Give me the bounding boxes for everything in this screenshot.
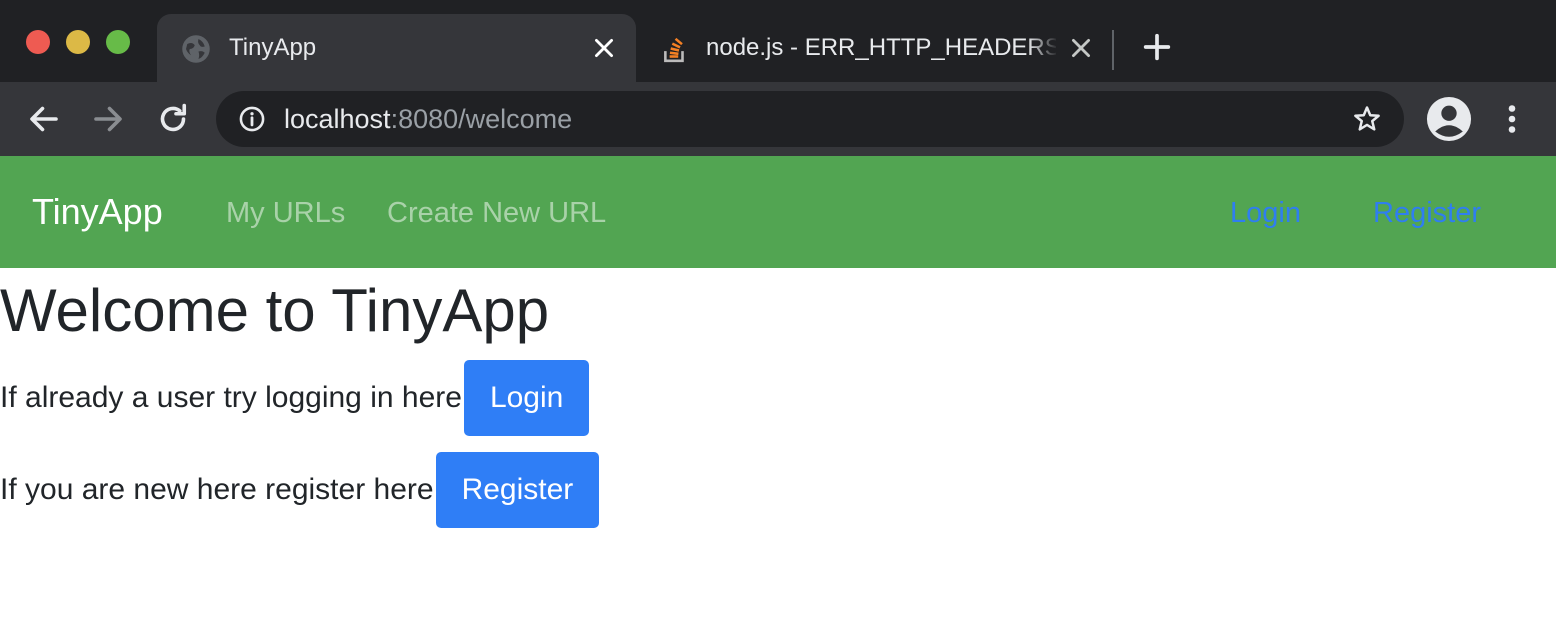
nav-create-new-url[interactable]: Create New URL bbox=[387, 196, 606, 230]
globe-icon bbox=[182, 35, 210, 63]
browser-tabstrip: TinyApp node.js - ERR_HTTP_HEADERS_SENT bbox=[0, 0, 1556, 82]
reload-icon[interactable] bbox=[155, 101, 191, 137]
stackoverflow-icon bbox=[664, 37, 684, 63]
maximize-window-button[interactable] bbox=[106, 30, 130, 54]
url-text: localhost:8080/welcome bbox=[284, 104, 572, 134]
register-row: If you are new here register here Regist… bbox=[0, 452, 600, 528]
login-button[interactable]: Login bbox=[463, 360, 590, 436]
close-icon[interactable] bbox=[591, 35, 617, 61]
app-navbar: TinyApp My URLs Create New URL Login Reg… bbox=[0, 156, 1556, 268]
nav-login[interactable]: Login bbox=[1230, 196, 1301, 230]
url-host: localhost bbox=[284, 104, 391, 134]
close-window-button[interactable] bbox=[26, 30, 50, 54]
nav-my-urls[interactable]: My URLs bbox=[226, 196, 345, 230]
profile-avatar-icon[interactable] bbox=[1426, 96, 1472, 142]
address-bar[interactable]: localhost:8080/welcome bbox=[216, 91, 1404, 147]
info-icon[interactable] bbox=[238, 105, 266, 133]
browser-toolbar: localhost:8080/welcome bbox=[0, 82, 1556, 156]
brand-link[interactable]: TinyApp bbox=[32, 192, 163, 232]
login-prompt: If already a user try logging in here bbox=[0, 381, 462, 414]
register-prompt: If you are new here register here bbox=[0, 473, 434, 506]
login-row: If already a user try logging in here Lo… bbox=[0, 360, 590, 436]
tab-separator bbox=[1112, 30, 1114, 70]
minimize-window-button[interactable] bbox=[66, 30, 90, 54]
forward-icon[interactable] bbox=[90, 101, 126, 137]
bookmark-star-icon[interactable] bbox=[1352, 104, 1382, 134]
tab-title: node.js - ERR_HTTP_HEADERS_SENT bbox=[706, 34, 1056, 61]
tab-title: TinyApp bbox=[229, 34, 317, 61]
main-content: Welcome to TinyApp If already a user try… bbox=[0, 268, 1556, 628]
url-path: :8080/welcome bbox=[390, 104, 573, 134]
tab-title-fade bbox=[1028, 28, 1058, 68]
page-title: Welcome to TinyApp bbox=[0, 277, 550, 344]
new-tab-icon[interactable] bbox=[1140, 30, 1174, 64]
register-button[interactable]: Register bbox=[435, 452, 600, 528]
menu-kebab-icon[interactable] bbox=[1494, 101, 1530, 137]
back-icon[interactable] bbox=[26, 101, 62, 137]
tab-stackoverflow[interactable]: node.js - ERR_HTTP_HEADERS_SENT bbox=[648, 14, 1108, 82]
tab-tinyapp[interactable]: TinyApp bbox=[157, 14, 636, 82]
nav-register[interactable]: Register bbox=[1373, 196, 1481, 230]
close-icon[interactable] bbox=[1068, 35, 1094, 61]
